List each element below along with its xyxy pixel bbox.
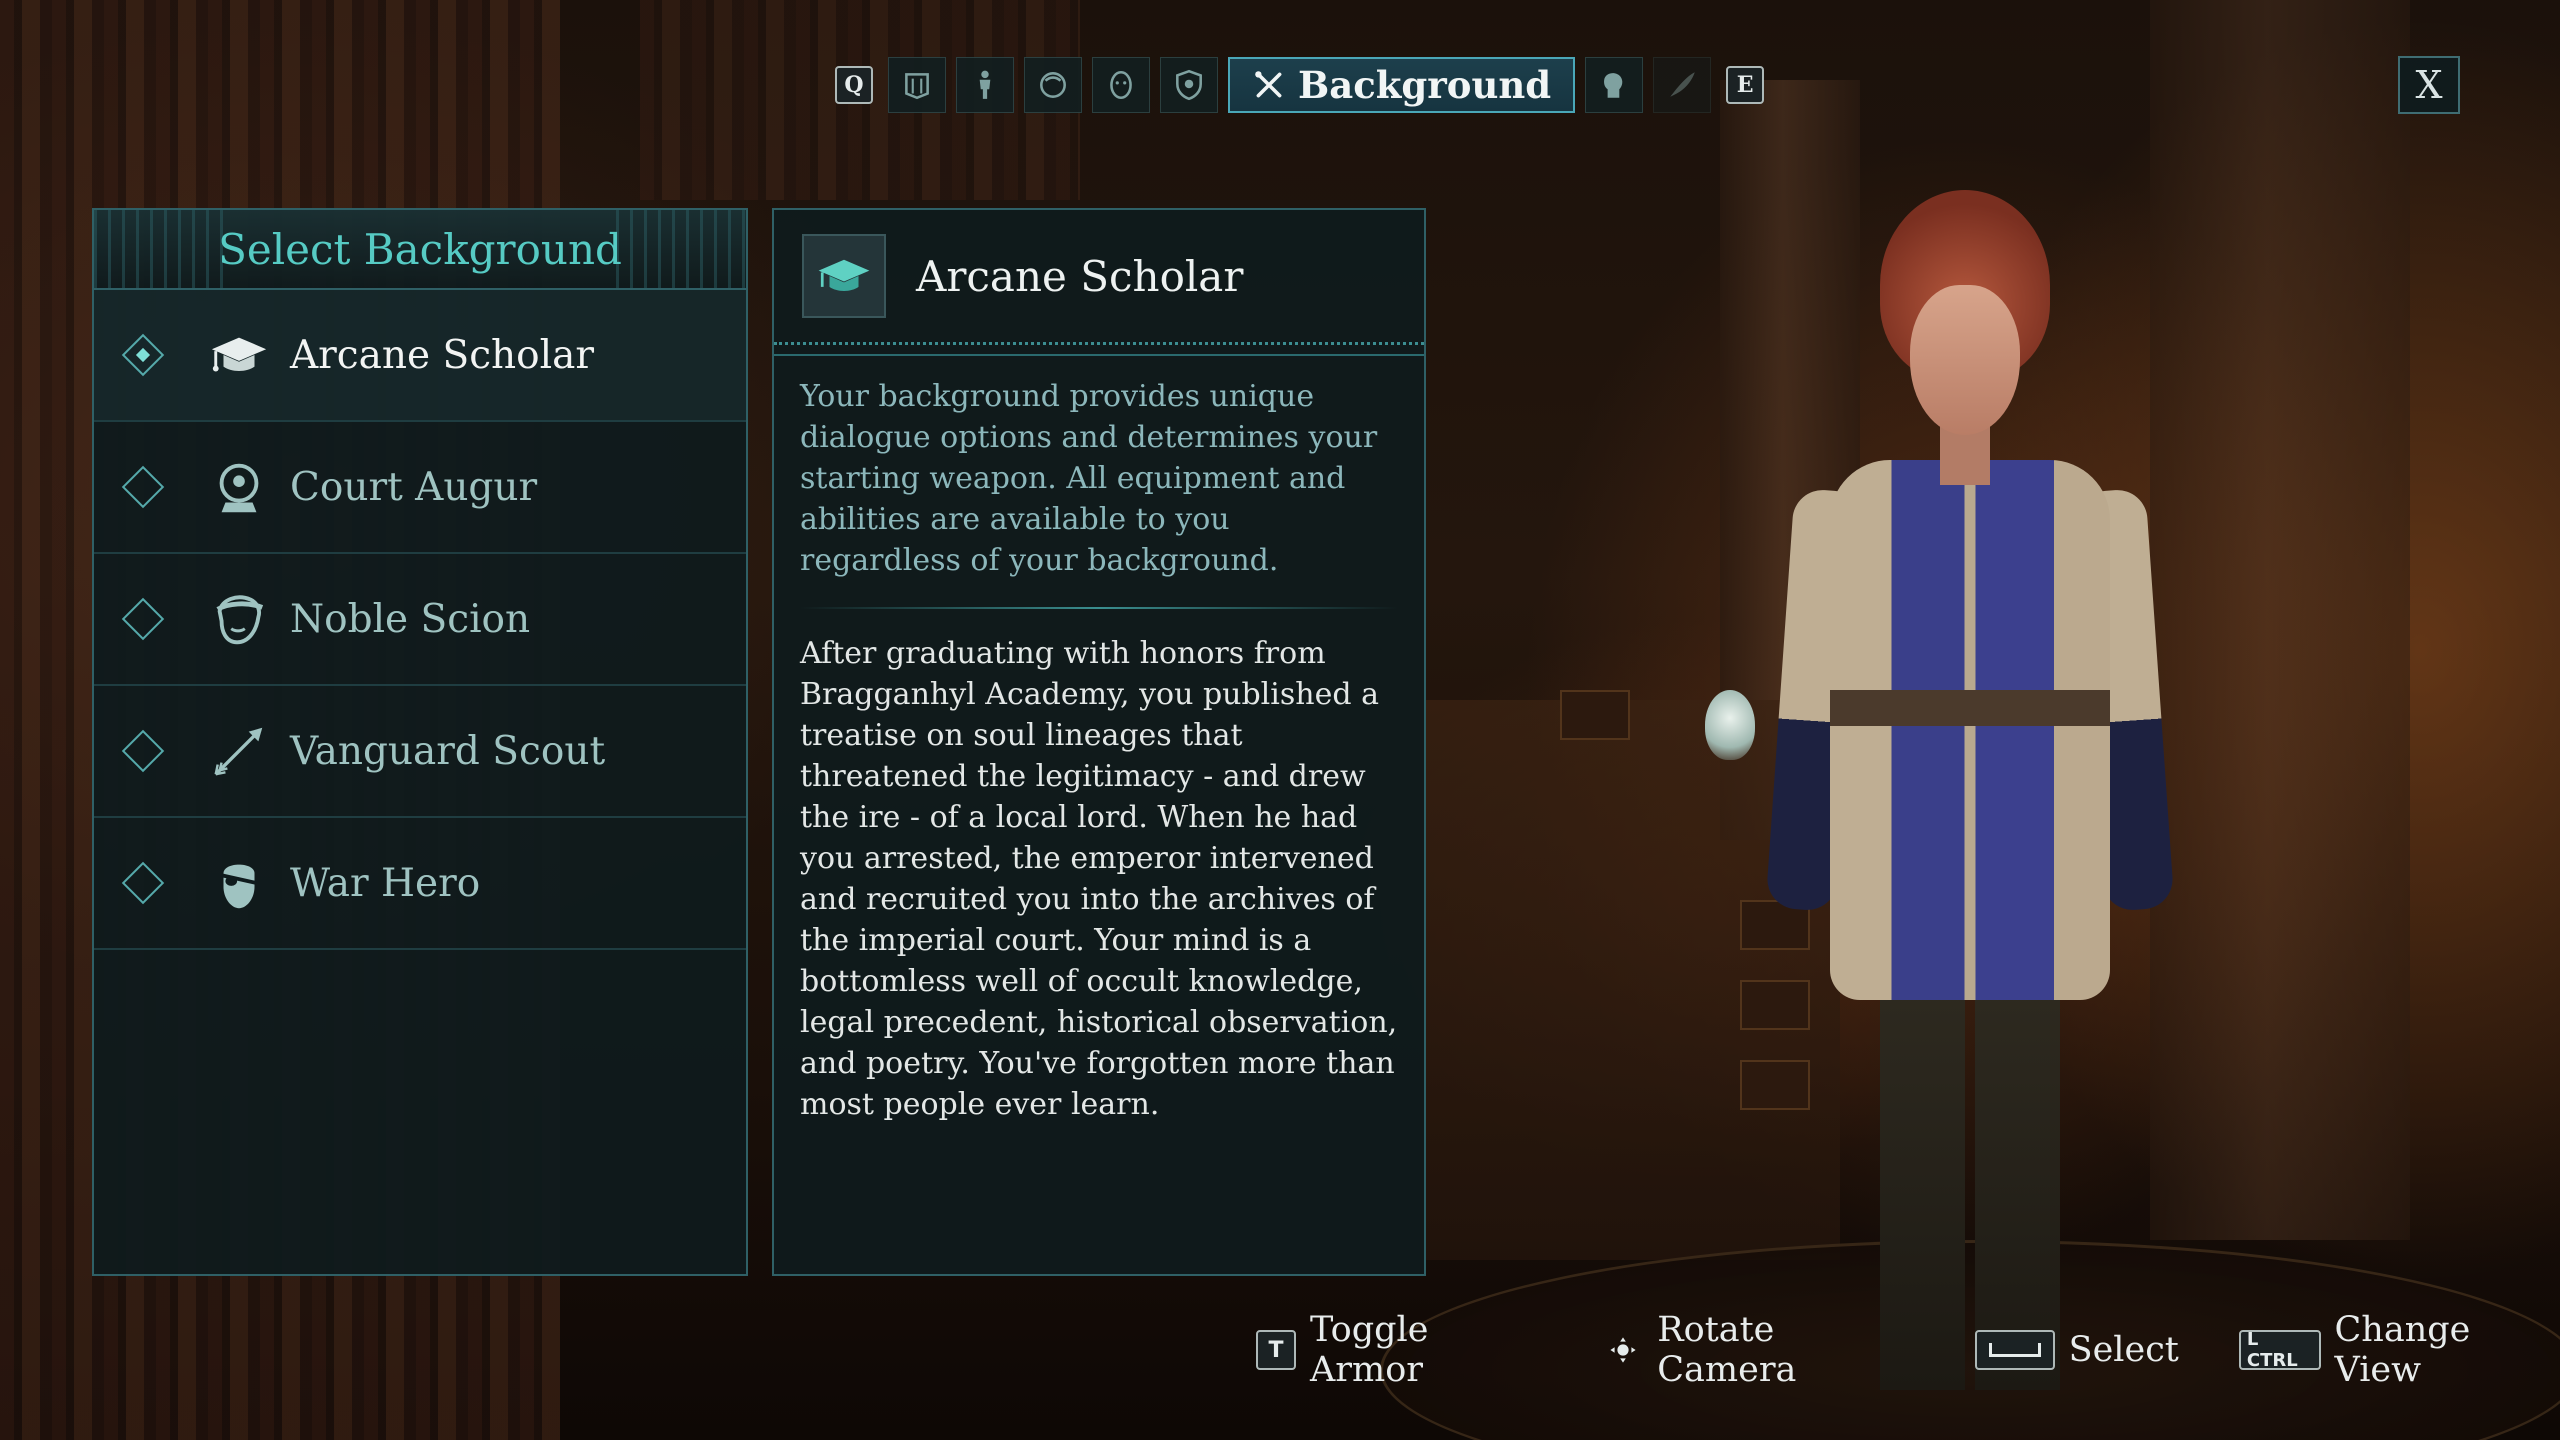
crossed-tools-icon: [1255, 71, 1282, 98]
hint-label: Change View: [2334, 1310, 2471, 1390]
tab-face[interactable]: [1092, 57, 1150, 113]
head-icon: [1040, 72, 1066, 98]
right-stick-icon: [1603, 1330, 1643, 1370]
tab-background-label: Background: [1298, 63, 1552, 107]
tab-shield[interactable]: [1160, 57, 1218, 113]
list-item-vanguard-scout[interactable]: Vanguard Scout: [94, 686, 746, 818]
next-tab-key[interactable]: E: [1721, 57, 1769, 113]
tab-portrait[interactable]: [1585, 57, 1644, 113]
tab-quill[interactable]: [1653, 57, 1712, 113]
shield-icon: [1176, 69, 1202, 101]
selected-diamond-icon: [121, 333, 165, 377]
hint-label: Toggle Armor: [1310, 1310, 1429, 1390]
close-button[interactable]: X: [2398, 56, 2460, 114]
detail-description: After graduating with honors from Bragga…: [800, 636, 1398, 1122]
list-item-label: Noble Scion: [290, 596, 531, 642]
arrow-icon: [214, 727, 263, 776]
tab-head[interactable]: [1024, 57, 1082, 113]
detail-icon-frame: [802, 234, 886, 318]
face-icon: [1110, 70, 1132, 100]
graduation-cap-icon: [211, 337, 267, 372]
quill-icon: [1670, 72, 1695, 97]
hint-change-view[interactable]: L CTRL Change View: [2238, 1310, 2560, 1390]
list-item-label: Court Augur: [290, 464, 538, 510]
list-title: Select Background: [218, 224, 622, 274]
hint-rotate-camera[interactable]: Rotate Camera: [1603, 1310, 1914, 1390]
diamond-icon: [121, 861, 165, 905]
detail-intro-text: Your background provides unique dialogue…: [800, 379, 1378, 578]
detail-title: Arcane Scholar: [916, 251, 1244, 301]
background-detail-panel: Arcane Scholar Your background provides …: [772, 208, 1426, 1276]
lctrl-key-icon: L CTRL: [2238, 1329, 2321, 1371]
list-item-label: Vanguard Scout: [290, 728, 606, 774]
diamond-icon: [121, 465, 165, 509]
detail-divider: [774, 342, 1424, 356]
hint-label: Rotate Camera: [1657, 1310, 1797, 1390]
prev-tab-key[interactable]: Q: [830, 57, 878, 113]
list-item-court-augur[interactable]: Court Augur: [94, 422, 746, 554]
list-item-arcane-scholar[interactable]: Arcane Scholar: [94, 290, 746, 422]
tab-background[interactable]: Background: [1228, 57, 1576, 113]
faction-icon: [905, 73, 929, 100]
noble-face-icon: [216, 595, 264, 645]
character-model[interactable]: [1765, 190, 2175, 1390]
diamond-icon: [121, 597, 165, 641]
tab-body[interactable]: [956, 57, 1014, 113]
control-hints: T Toggle Armor Rotate Camera Select L CT…: [1256, 1310, 2560, 1390]
eyepatch-face-icon: [221, 864, 257, 909]
diamond-icon: [121, 729, 165, 773]
background-list-panel: Select Background Arcane Scholar Court A…: [92, 208, 748, 1276]
hint-label: Select: [2068, 1330, 2179, 1370]
spacebar-icon: [1974, 1330, 2055, 1370]
list-item-war-hero[interactable]: War Hero: [94, 818, 746, 950]
list-header: Select Background: [94, 210, 746, 290]
list-item-noble-scion[interactable]: Noble Scion: [94, 554, 746, 686]
body-icon: [979, 70, 991, 99]
detail-header: Arcane Scholar: [774, 210, 1424, 342]
q-key-icon: Q: [835, 66, 873, 104]
hint-select[interactable]: Select: [1974, 1330, 2179, 1370]
crystal-ball-icon: [219, 463, 259, 513]
e-key-icon: E: [1726, 66, 1765, 104]
portrait-icon: [1604, 73, 1623, 98]
creation-tab-bar: Q Background E: [830, 56, 1769, 114]
graduation-cap-icon: [818, 259, 870, 291]
hint-toggle-armor[interactable]: T Toggle Armor: [1256, 1310, 1543, 1390]
list-item-label: Arcane Scholar: [290, 332, 595, 378]
list-item-label: War Hero: [290, 860, 481, 906]
t-key-icon: T: [1256, 1330, 1296, 1370]
tab-faction[interactable]: [888, 57, 946, 113]
